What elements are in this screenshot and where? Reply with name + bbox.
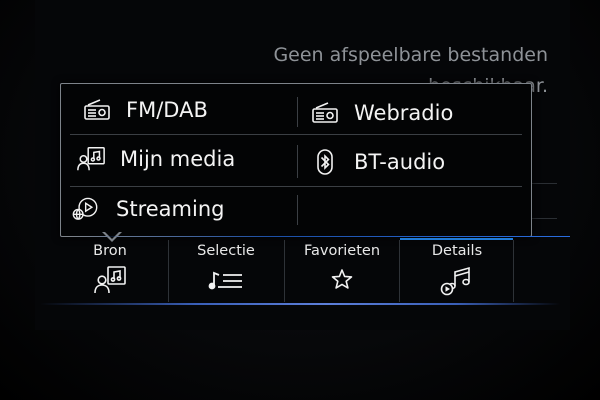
menu-divider	[70, 186, 522, 187]
source-item-webradio[interactable]: Webradio	[310, 93, 453, 133]
my-media-icon	[76, 146, 106, 172]
source-item-label: FM/DAB	[126, 98, 208, 122]
streaming-icon	[72, 196, 102, 222]
menu-divider	[297, 97, 298, 127]
infotainment-screen: Geen afspeelbare bestanden beschikbaar. …	[0, 0, 600, 400]
tab-bron[interactable]: Bron	[52, 237, 168, 303]
source-item-streaming[interactable]: Streaming	[72, 189, 224, 229]
menu-divider	[70, 134, 522, 135]
source-item-label: BT-audio	[354, 150, 446, 174]
source-item-fm-dab[interactable]: FM/DAB	[82, 90, 208, 130]
source-media-icon	[92, 265, 128, 295]
tab-selectie[interactable]: Selectie	[168, 237, 284, 303]
source-item-bt-audio[interactable]: BT-audio	[310, 142, 445, 182]
tab-label: Favorieten	[303, 243, 381, 259]
tab-favorieten[interactable]: Favorieten	[284, 237, 400, 303]
star-icon	[328, 265, 356, 295]
source-item-label: Webradio	[354, 101, 454, 125]
music-play-icon	[439, 265, 475, 296]
tabbar-bottom-glow	[40, 303, 560, 305]
bottom-tab-bar: Bron Selectie Favorieten Details	[0, 237, 600, 307]
menu-divider	[297, 195, 298, 225]
tab-label: Details	[431, 243, 483, 259]
source-item-label: Mijn media	[120, 147, 236, 171]
webradio-icon	[310, 100, 340, 126]
tab-label: Bron	[93, 243, 127, 259]
bluetooth-icon	[310, 149, 340, 175]
source-item-my-media[interactable]: Mijn media	[76, 139, 235, 179]
radio-icon	[82, 97, 112, 123]
background-button[interactable]	[528, 183, 557, 219]
tab-label: Selectie	[197, 243, 255, 259]
tab-details[interactable]: Details	[399, 237, 515, 303]
playlist-icon	[206, 265, 246, 295]
menu-divider	[297, 145, 298, 178]
source-item-label: Streaming	[116, 197, 225, 221]
